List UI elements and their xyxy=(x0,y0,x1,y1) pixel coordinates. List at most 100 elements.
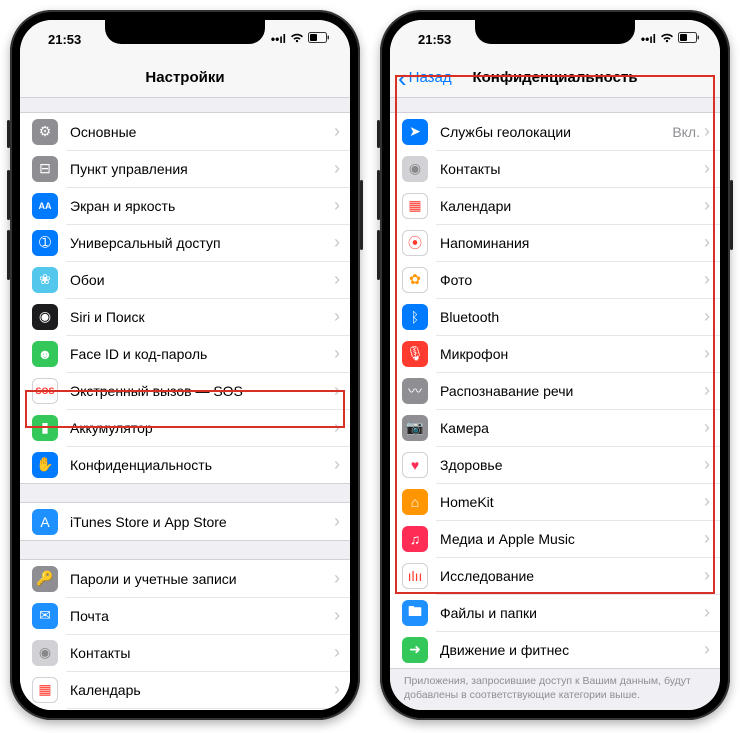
phone-right: 21:53 ••ıl Назад Конфиденциальность ➤Слу… xyxy=(380,10,730,720)
row-wallpaper[interactable]: ❀Обои› xyxy=(20,261,350,298)
wallpaper-icon: ❀ xyxy=(32,267,58,293)
status-indicators: ••ıl xyxy=(641,32,700,46)
homekit-icon: ⌂ xyxy=(402,489,428,515)
photos-icon: ✿ xyxy=(402,267,428,293)
row-files[interactable]: 🖿Файлы и папки› xyxy=(390,594,720,631)
row-label: Универсальный доступ xyxy=(70,235,334,251)
wifi-icon xyxy=(660,32,674,46)
row-label: Основные xyxy=(70,124,334,140)
row-bluetooth[interactable]: ᛒBluetooth› xyxy=(390,298,720,335)
row-label: Напоминания xyxy=(440,235,704,251)
row-faceid[interactable]: ☻Face ID и код-пароль› xyxy=(20,335,350,372)
row-label: Контакты xyxy=(70,645,334,661)
files-icon: 🖿 xyxy=(402,600,428,626)
row-media[interactable]: ♫ Медиа и Apple Music› xyxy=(390,520,720,557)
row-passwords[interactable]: 🔑Пароли и учетные записи› xyxy=(20,560,350,597)
battery-icon xyxy=(308,32,330,46)
back-button[interactable]: Назад xyxy=(398,69,452,86)
chevron-right-icon: › xyxy=(704,121,710,142)
row-label: Пункт управления xyxy=(70,161,334,177)
page-title: Настройки xyxy=(145,69,224,86)
privacy-list[interactable]: ➤Службы геолокацииВкл.›◉Контакты›▦Календ… xyxy=(390,98,720,710)
row-homekit[interactable]: ⌂HomeKit› xyxy=(390,483,720,520)
chevron-right-icon: › xyxy=(704,269,710,290)
row-label: Фото xyxy=(440,272,704,288)
signal-icon: ••ıl xyxy=(641,32,656,46)
row-privacy[interactable]: ✋Конфиденциальность› xyxy=(20,446,350,483)
row-camera[interactable]: 📷 Камера› xyxy=(390,409,720,446)
row-research[interactable]: ılııИсследование› xyxy=(390,557,720,594)
settings-list[interactable]: ⚙︎Основные›⊟Пункт управления›AAЭкран и я… xyxy=(20,98,350,710)
row-label: Файлы и папки xyxy=(440,605,704,621)
row-label: Календарь xyxy=(70,682,334,698)
chevron-right-icon: › xyxy=(704,195,710,216)
row-label: Конфиденциальность xyxy=(70,457,334,473)
row-label: Медиа и Apple Music xyxy=(440,531,704,547)
speech-icon: 〰 xyxy=(402,378,428,404)
notch xyxy=(105,20,265,44)
health-icon: ♥ xyxy=(402,452,428,478)
footer-note: Приложения, запросившие доступ к Вашим д… xyxy=(390,669,720,704)
row-label: Здоровье xyxy=(440,457,704,473)
row-display[interactable]: AAЭкран и яркость› xyxy=(20,187,350,224)
settings-group: 🔑Пароли и учетные записи›✉︎Почта› ◉ Контак… xyxy=(20,559,350,710)
chevron-right-icon: › xyxy=(334,454,340,475)
status-time: 21:53 xyxy=(48,32,81,47)
chevron-right-icon: › xyxy=(334,642,340,663)
status-time: 21:53 xyxy=(418,32,451,47)
row-speech[interactable]: 〰Распознавание речи› xyxy=(390,372,720,409)
chevron-right-icon: › xyxy=(704,306,710,327)
chevron-right-icon: › xyxy=(704,639,710,660)
row-reminders[interactable]: ⦿Напоминания› xyxy=(390,224,720,261)
control-center-icon: ⊟ xyxy=(32,156,58,182)
location-icon: ➤ xyxy=(402,119,428,145)
mail-icon: ✉︎ xyxy=(32,603,58,629)
row-location[interactable]: ➤Службы геолокацииВкл.› xyxy=(390,113,720,150)
row-siri[interactable]: ◉Siri и Поиск› xyxy=(20,298,350,335)
nav-header: Настройки xyxy=(20,58,350,98)
row-label: Экран и яркость xyxy=(70,198,334,214)
row-label: Камера xyxy=(440,420,704,436)
row-general[interactable]: ⚙︎Основные› xyxy=(20,113,350,150)
row-accessibility[interactable]: ➀Универсальный доступ› xyxy=(20,224,350,261)
row-contacts[interactable]: ◉ Контакты› xyxy=(20,634,350,671)
camera-icon: 📷 xyxy=(402,415,428,441)
row-health[interactable]: ♥Здоровье› xyxy=(390,446,720,483)
battery-icon xyxy=(678,32,700,46)
row-calendar[interactable]: ▦Календарь› xyxy=(20,671,350,708)
settings-group: ➤Службы геолокацииВкл.›◉Контакты›▦Календ… xyxy=(390,112,720,669)
row-control-center[interactable]: ⊟ Пункт управления› xyxy=(20,150,350,187)
passwords-icon: 🔑 xyxy=(32,566,58,592)
row-photos[interactable]: ✿ Фото› xyxy=(390,261,720,298)
row-itunes[interactable]: AiTunes Store и App Store› xyxy=(20,503,350,540)
page-title: Конфиденциальность xyxy=(472,69,637,86)
display-icon: AA xyxy=(32,193,58,219)
row-label: Bluetooth xyxy=(440,309,704,325)
row-notes[interactable]: ≣Заметки› xyxy=(20,708,350,710)
row-contacts[interactable]: ◉Контакты› xyxy=(390,150,720,187)
row-calendars[interactable]: ▦Календари› xyxy=(390,187,720,224)
chevron-right-icon: › xyxy=(704,528,710,549)
row-sos[interactable]: SOSЭкстренный вызов — SOS› xyxy=(20,372,350,409)
row-motion[interactable]: ➜Движение и фитнес› xyxy=(390,631,720,668)
phone-left: 21:53 ••ıl Настройки ⚙︎Основные› ⊟ Пункт у… xyxy=(10,10,360,720)
settings-group: AiTunes Store и App Store› xyxy=(20,502,350,541)
chevron-right-icon: › xyxy=(704,417,710,438)
chevron-right-icon: › xyxy=(704,380,710,401)
row-mail[interactable]: ✉︎Почта› xyxy=(20,597,350,634)
row-label: iTunes Store и App Store xyxy=(70,514,334,530)
chevron-right-icon: › xyxy=(334,158,340,179)
reminders-icon: ⦿ xyxy=(402,230,428,256)
media-icon: ♫ xyxy=(402,526,428,552)
signal-icon: ••ıl xyxy=(271,32,286,46)
row-microphone[interactable]: 🎙Микрофон› xyxy=(390,335,720,372)
chevron-right-icon: › xyxy=(334,417,340,438)
row-battery[interactable]: ▮Аккумулятор› xyxy=(20,409,350,446)
wifi-icon xyxy=(290,32,304,46)
row-label: Face ID и код-пароль xyxy=(70,346,334,362)
chevron-right-icon: › xyxy=(704,158,710,179)
sos-icon: SOS xyxy=(32,378,58,404)
row-label: Календари xyxy=(440,198,704,214)
contacts-icon: ◉ xyxy=(32,640,58,666)
chevron-right-icon: › xyxy=(704,565,710,586)
